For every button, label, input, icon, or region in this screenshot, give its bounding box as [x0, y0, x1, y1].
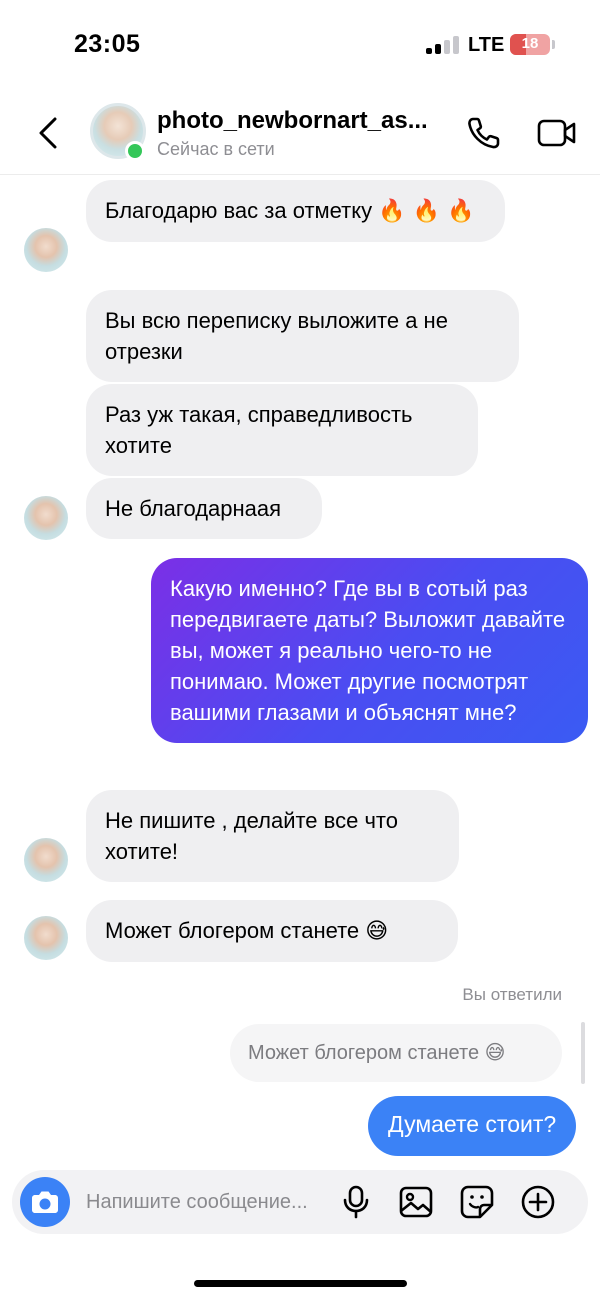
message-text: Не пишите , делайте все что хотите!: [105, 808, 398, 864]
contact-name[interactable]: photo_newbornart_as...: [157, 107, 447, 135]
battery-icon: 18: [510, 34, 550, 55]
sender-avatar[interactable]: [24, 916, 68, 960]
microphone-icon: [343, 1185, 369, 1219]
quoted-message[interactable]: Может блогером станете 😅: [230, 1024, 562, 1082]
message-input[interactable]: [86, 1180, 330, 1224]
replied-label: Вы ответили: [462, 985, 562, 1004]
message-bubble-received[interactable]: Может блогером станете 😅: [86, 900, 458, 962]
plus-circle-icon: [521, 1185, 555, 1219]
status-bar: 23:05 LTE 18: [0, 0, 600, 90]
camera-button[interactable]: [20, 1177, 70, 1227]
sender-avatar[interactable]: [24, 838, 68, 882]
chat-header: photo_newbornart_as... Сейчас в сети: [0, 95, 600, 175]
phone-icon: [468, 117, 500, 149]
online-indicator: [125, 141, 145, 161]
message-bubble-received[interactable]: Раз уж такая, справедливость хотите: [86, 384, 478, 476]
network-type: LTE: [468, 34, 505, 56]
sender-avatar[interactable]: [24, 228, 68, 272]
more-options-button[interactable]: [520, 1184, 556, 1220]
message-bubble-received[interactable]: Не пишите , делайте все что хотите!: [86, 790, 459, 882]
message-text: Раз уж такая, справедливость хотите: [105, 402, 413, 458]
sticker-button[interactable]: [459, 1184, 495, 1220]
voice-message-button[interactable]: [338, 1184, 374, 1220]
message-text: Какую именно? Где вы в сотый раз передви…: [170, 576, 566, 725]
message-composer: [12, 1170, 588, 1234]
home-indicator[interactable]: [194, 1280, 407, 1287]
message-bubble-sent[interactable]: Какую именно? Где вы в сотый раз передви…: [151, 558, 588, 743]
quote-bar: [581, 1022, 585, 1084]
message-text: Думаете стоит?: [388, 1111, 557, 1137]
message-text: Не благодарнаая: [105, 496, 282, 521]
message-bubble-received[interactable]: Вы всю переписку выложите а не отрезки: [86, 290, 519, 382]
battery-level: 18: [521, 35, 539, 52]
chevron-left-icon: [39, 117, 57, 149]
sender-avatar[interactable]: [24, 496, 68, 540]
sweat-smile-emoji: 😅: [484, 1040, 506, 1064]
message-text: Вы всю переписку выложите а не отрезки: [105, 308, 448, 364]
sweat-smile-emoji: 😅: [365, 919, 389, 944]
sticker-icon: [460, 1185, 494, 1219]
message-text: Благодарю вас за отметку: [105, 198, 373, 223]
fire-emoji: 🔥 🔥 🔥: [378, 199, 475, 224]
message-bubble-sent-reply[interactable]: Думаете стоит?: [368, 1096, 577, 1156]
call-button[interactable]: [464, 113, 504, 153]
status-time: 23:05: [74, 30, 141, 58]
gallery-button[interactable]: [398, 1184, 434, 1220]
image-icon: [399, 1186, 433, 1218]
message-text: Может блогером станете: [105, 918, 360, 943]
message-bubble-received[interactable]: Не благодарнаая: [86, 478, 322, 539]
quoted-text: Может блогером станете: [248, 1042, 480, 1064]
contact-status: Сейчас в сети: [157, 139, 275, 159]
video-call-button[interactable]: [536, 113, 578, 153]
message-bubble-received[interactable]: Благодарю вас за отметку 🔥 🔥 🔥: [86, 180, 505, 242]
camera-icon: [32, 1191, 58, 1213]
video-camera-icon: [537, 119, 576, 147]
battery-cap: [552, 40, 555, 49]
signal-strength-icon: [426, 36, 460, 54]
back-button[interactable]: [30, 113, 70, 153]
